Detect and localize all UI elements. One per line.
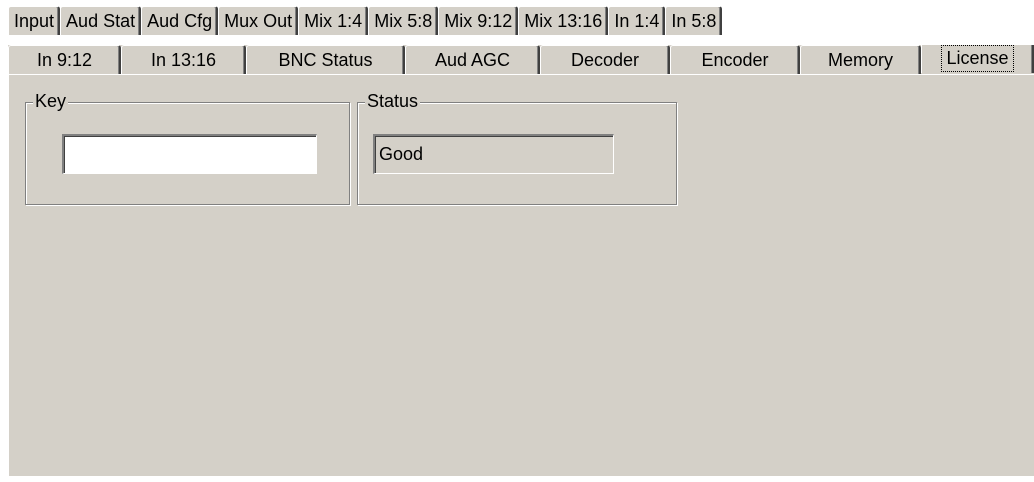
tab-decoder[interactable]: Decoder: [540, 45, 670, 74]
tab-mix-1-4[interactable]: Mix 1:4: [298, 6, 369, 35]
license-window: Input Aud Stat Aud Cfg Mux Out Mix 1:4 M…: [0, 0, 1034, 482]
tab-mux-out[interactable]: Mux Out: [218, 6, 299, 35]
tab-label: Aud Cfg: [147, 10, 213, 31]
tab-label: Input: [14, 10, 55, 31]
tab-label: Aud AGC: [434, 49, 511, 70]
tab-encoder[interactable]: Encoder: [670, 45, 800, 74]
key-group-title: Key: [33, 91, 69, 111]
tab-label: Aud Stat: [66, 10, 136, 31]
tab-label: Memory: [827, 49, 893, 70]
tab-label: Mix 9:12: [444, 10, 513, 31]
tab-label: Mux Out: [224, 10, 293, 31]
tab-in-9-12[interactable]: In 9:12: [8, 45, 121, 74]
tab-aud-stat[interactable]: Aud Stat: [60, 6, 142, 35]
tab-label: Mix 5:8: [374, 10, 433, 31]
tab-in-1-4[interactable]: In 1:4: [608, 6, 666, 35]
tab-in-13-16[interactable]: In 13:16: [121, 45, 246, 74]
tab-bnc-status[interactable]: BNC Status: [246, 45, 405, 74]
status-readout: Good: [373, 134, 614, 174]
status-group-title: Status: [365, 91, 421, 111]
tab-label: BNC Status: [278, 49, 373, 70]
tab-label: In 5:8: [671, 10, 717, 31]
tab-aud-agc[interactable]: Aud AGC: [405, 45, 540, 74]
tab-label: Encoder: [701, 49, 769, 70]
tab-input[interactable]: Input: [8, 6, 61, 35]
tab-label: In 13:16: [150, 49, 217, 70]
tab-label: In 9:12: [36, 49, 93, 70]
tab-label: In 1:4: [614, 10, 660, 31]
tab-row-bottom: In 9:12 In 13:16 BNC Status Aud AGC Deco…: [8, 45, 1034, 74]
tab-memory[interactable]: Memory: [800, 45, 921, 74]
status-groupbox: Status Good: [357, 91, 677, 205]
tab-mix-13-16[interactable]: Mix 13:16: [518, 6, 609, 35]
tab-label: Mix 13:16: [524, 10, 603, 31]
tab-license[interactable]: License: [921, 45, 1034, 73]
tab-label: Decoder: [570, 49, 640, 70]
tab-label: License: [941, 45, 1014, 72]
tab-label: Mix 1:4: [304, 10, 363, 31]
tab-in-5-8[interactable]: In 5:8: [665, 6, 723, 35]
tab-row-top: Input Aud Stat Aud Cfg Mux Out Mix 1:4 M…: [8, 6, 1034, 35]
key-groupbox: Key: [25, 91, 350, 205]
tab-mix-5-8[interactable]: Mix 5:8: [368, 6, 439, 35]
tab-aud-cfg[interactable]: Aud Cfg: [141, 6, 219, 35]
key-input[interactable]: [62, 134, 317, 174]
tab-mix-9-12[interactable]: Mix 9:12: [438, 6, 519, 35]
